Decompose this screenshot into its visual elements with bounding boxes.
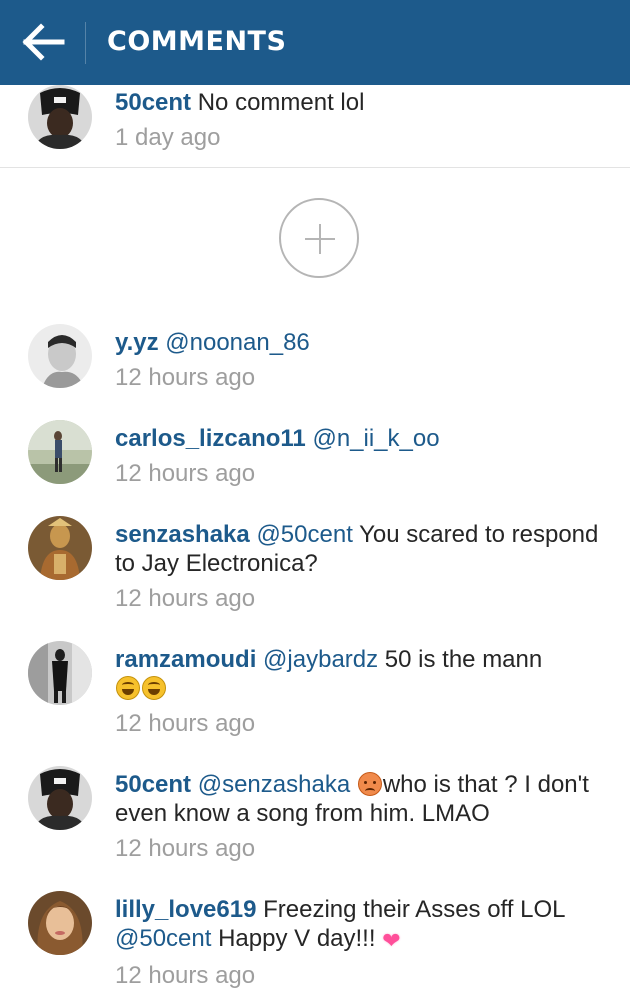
caption-row: 50cent No comment lol 1 day ago bbox=[0, 85, 630, 168]
header-divider bbox=[85, 22, 86, 64]
comment-text: Happy V day!!! bbox=[218, 925, 376, 952]
avatar[interactable] bbox=[28, 891, 92, 955]
comment-mention[interactable]: @n_ii_k_oo bbox=[312, 425, 439, 452]
comment-timestamp: 12 hours ago bbox=[115, 460, 256, 487]
comment-mention[interactable]: @50cent bbox=[256, 521, 352, 548]
angry-face-emoji-icon bbox=[357, 772, 382, 796]
comment-timestamp: 12 hours ago bbox=[115, 364, 256, 391]
comment-username[interactable]: carlos_lizcano11 bbox=[115, 425, 306, 452]
comment-mention[interactable]: @noonan_86 bbox=[165, 329, 310, 356]
comment-body: ramzamoudi @jaybardz 50 is the mann 12 h… bbox=[115, 645, 615, 738]
caption-timestamp: 1 day ago bbox=[115, 124, 221, 151]
comment-username[interactable]: senzashaka bbox=[115, 521, 250, 548]
heart-emoji-icon: ❤ bbox=[382, 928, 401, 953]
comment-mention[interactable]: @jaybardz bbox=[263, 646, 378, 673]
laughing-emoji-icon bbox=[116, 676, 140, 700]
comment-username[interactable]: lilly_love619 bbox=[115, 896, 256, 923]
comment-text: 50 is the mann bbox=[384, 646, 543, 673]
comment-username[interactable]: ramzamoudi bbox=[115, 646, 256, 673]
comment-body: carlos_lizcano11 @n_ii_k_oo 12 hours ago bbox=[115, 424, 615, 488]
caption-body: 50cent No comment lol 1 day ago bbox=[115, 88, 615, 152]
comment-timestamp: 12 hours ago bbox=[115, 585, 256, 612]
caption-username[interactable]: 50cent bbox=[115, 89, 191, 116]
load-more-comments-button[interactable] bbox=[279, 198, 359, 278]
avatar[interactable] bbox=[28, 85, 92, 149]
comment-username[interactable]: y.yz bbox=[115, 329, 159, 356]
avatar[interactable] bbox=[28, 324, 92, 388]
comment-body: lilly_love619 Freezing their Asses off L… bbox=[115, 895, 615, 990]
comment-mention[interactable]: @senzashaka bbox=[198, 771, 350, 798]
comment-timestamp: 12 hours ago bbox=[115, 835, 256, 862]
comment-text-prefix: Freezing their Asses off LOL bbox=[263, 896, 565, 923]
comment-body: 50cent @senzashaka who is that ? I don't… bbox=[115, 770, 615, 863]
back-button[interactable] bbox=[20, 18, 68, 66]
laughing-emoji-icon bbox=[142, 676, 166, 700]
avatar[interactable] bbox=[28, 766, 92, 830]
comment-username[interactable]: 50cent bbox=[115, 771, 191, 798]
comment-body: senzashaka @50cent You scared to respond… bbox=[115, 520, 615, 613]
comment-timestamp: 12 hours ago bbox=[115, 710, 256, 737]
avatar[interactable] bbox=[28, 420, 92, 484]
avatar[interactable] bbox=[28, 641, 92, 705]
comment-timestamp: 12 hours ago bbox=[115, 962, 256, 989]
avatar[interactable] bbox=[28, 516, 92, 580]
page-title: COMMENTS bbox=[107, 26, 287, 57]
top-bar: COMMENTS bbox=[0, 0, 630, 85]
comment-mention[interactable]: @50cent bbox=[115, 925, 211, 952]
arrow-left-icon bbox=[22, 23, 65, 61]
caption-text: No comment lol bbox=[197, 89, 365, 116]
comment-body: y.yz @noonan_86 12 hours ago bbox=[115, 328, 615, 392]
